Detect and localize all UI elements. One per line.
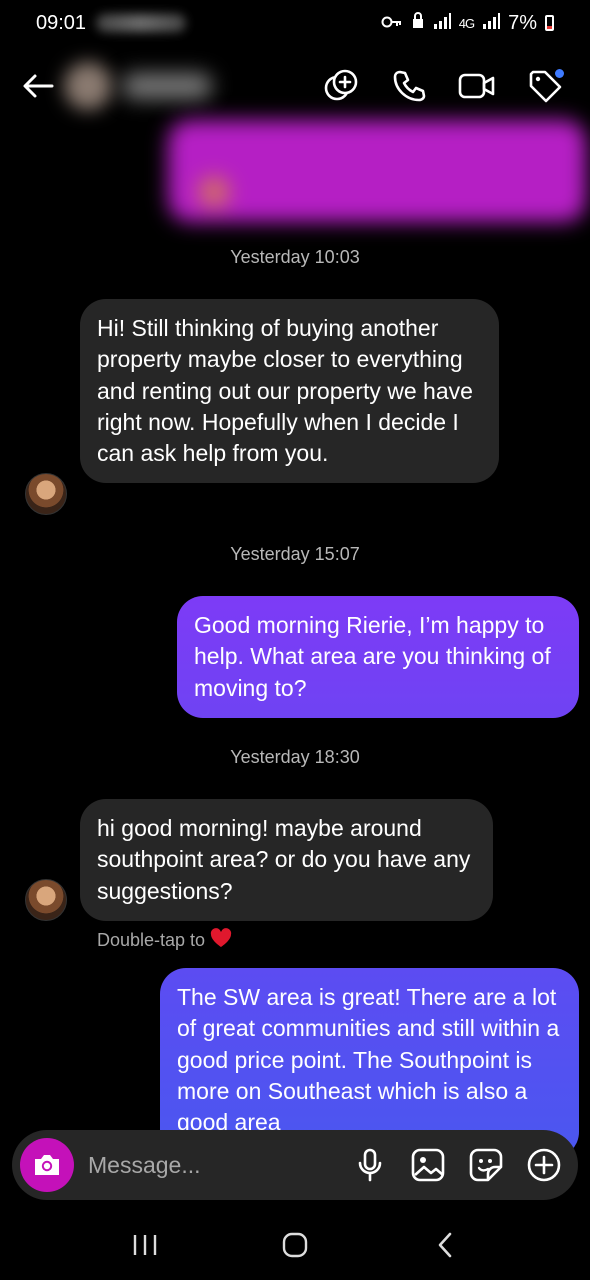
sticker-icon[interactable] (466, 1145, 506, 1185)
blurred-shared-message[interactable] (168, 120, 586, 222)
video-call-icon[interactable] (456, 65, 498, 107)
battery-percent: 7% (508, 11, 537, 34)
double-tap-hint-text: Double-tap to (97, 930, 206, 950)
microphone-icon[interactable] (350, 1145, 390, 1185)
header-actions (320, 65, 572, 107)
battery-icon (545, 15, 554, 31)
status-right: 4G 7% (381, 11, 554, 35)
status-left: 09:01 (36, 11, 187, 35)
message-composer (12, 1130, 578, 1200)
timestamp: Yesterday 18:30 (230, 747, 360, 767)
add-person-icon[interactable] (320, 65, 362, 107)
home-icon[interactable] (273, 1223, 317, 1267)
incoming-message-bubble[interactable]: Hi! Still thinking of buying another pro… (80, 299, 499, 484)
status-time: 09:01 (36, 11, 87, 34)
message-input[interactable] (86, 1150, 340, 1180)
heart-icon (210, 928, 232, 953)
timestamp: Yesterday 10:03 (230, 247, 360, 267)
composer-actions (350, 1145, 570, 1185)
timestamp: Yesterday 15:07 (230, 544, 360, 564)
lock-icon (411, 11, 425, 35)
incoming-message-bubble[interactable]: hi good morning! maybe around southpoint… (80, 799, 493, 921)
phone-icon[interactable] (388, 65, 430, 107)
sender-avatar[interactable] (25, 879, 67, 921)
camera-button[interactable] (20, 1138, 74, 1192)
tag-icon[interactable] (524, 65, 566, 107)
back-arrow-icon[interactable] (18, 66, 58, 106)
contact-info[interactable] (64, 62, 212, 110)
gallery-icon[interactable] (408, 1145, 448, 1185)
plus-icon[interactable] (524, 1145, 564, 1185)
status-bar: 09:01 4G 7% (0, 0, 590, 46)
key-icon (381, 12, 403, 35)
chat-header (0, 52, 590, 120)
outgoing-message-bubble[interactable]: Good morning Rierie, I’m happy to help. … (177, 596, 579, 718)
signal-icon (433, 12, 451, 35)
contact-name (122, 73, 212, 99)
system-navigation-bar (0, 1210, 590, 1280)
back-icon[interactable] (423, 1223, 467, 1267)
notification-icons-blurred (96, 14, 187, 32)
sender-avatar[interactable] (25, 473, 67, 515)
signal-icon-2 (482, 12, 501, 35)
double-tap-hint: Double-tap to (97, 928, 232, 953)
contact-avatar (64, 62, 112, 110)
notification-dot (555, 69, 564, 78)
recent-apps-icon[interactable] (123, 1223, 167, 1267)
network-type: 4G (458, 15, 475, 31)
